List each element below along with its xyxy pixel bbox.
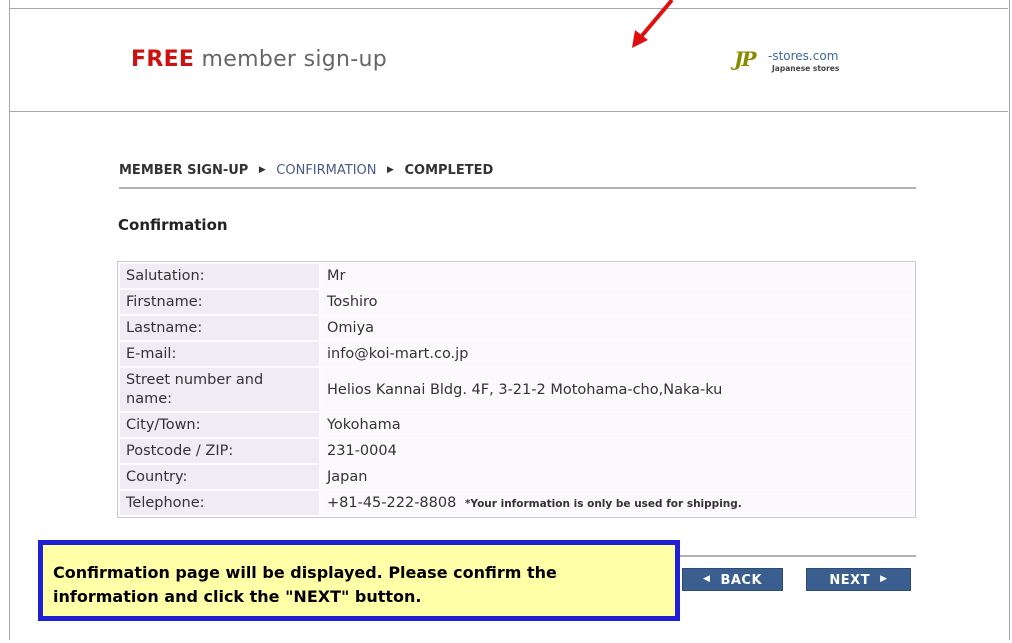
- page-header: FREE member sign-up JP -stores.com Japan…: [10, 8, 1008, 112]
- row-label-street: Street number and name:: [120, 368, 319, 411]
- logo-subtitle: Japanese stores: [772, 64, 840, 73]
- confirmation-table: Salutation: Mr Firstname: Toshiro Lastna…: [117, 261, 916, 518]
- row-value-telephone: +81-45-222-8808: [327, 495, 457, 511]
- title-free: FREE: [131, 47, 195, 72]
- row-value-country: Japan: [321, 465, 913, 489]
- logo-mark: JP: [734, 47, 756, 71]
- logo-domain: -stores.com: [768, 49, 839, 63]
- title-rest: member sign-up: [201, 47, 387, 72]
- breadcrumb-step-completed: COMPLETED: [404, 163, 494, 178]
- row-value-telephone-cell: +81-45-222-8808 *Your information is onl…: [321, 491, 913, 515]
- divider: [674, 555, 916, 557]
- back-button[interactable]: ◀ BACK: [682, 568, 783, 591]
- breadcrumb-step-signup: MEMBER SIGN-UP: [119, 163, 249, 178]
- table-row: Lastname: Omiya: [120, 316, 913, 340]
- row-label-city: City/Town:: [120, 413, 319, 437]
- section-title: Confirmation: [118, 216, 228, 234]
- row-label-postcode: Postcode / ZIP:: [120, 439, 319, 463]
- instruction-callout: Confirmation page will be displayed. Ple…: [38, 540, 680, 621]
- row-label-salutation: Salutation:: [120, 264, 319, 288]
- row-label-country: Country:: [120, 465, 319, 489]
- table-row: Firstname: Toshiro: [120, 290, 913, 314]
- annotation-arrow-icon: [632, 0, 674, 48]
- row-value-email: info@koi-mart.co.jp: [321, 342, 913, 366]
- site-logo[interactable]: JP -stores.com Japanese stores: [734, 47, 864, 77]
- triangle-right-icon: ▶: [880, 574, 888, 584]
- shipping-note: *Your information is only be used for sh…: [464, 498, 742, 510]
- row-label-email: E-mail:: [120, 342, 319, 366]
- table-row: Postcode / ZIP: 231-0004: [120, 439, 913, 463]
- breadcrumb-step-confirmation: CONFIRMATION: [276, 163, 377, 178]
- row-value-city: Yokohama: [321, 413, 913, 437]
- table-row: Telephone: +81-45-222-8808 *Your informa…: [120, 491, 913, 515]
- next-button-label: NEXT: [829, 573, 871, 588]
- breadcrumb: MEMBER SIGN-UP ▶ CONFIRMATION ▶ COMPLETE…: [119, 163, 916, 189]
- breadcrumb-separator-icon: ▶: [258, 165, 266, 175]
- row-label-lastname: Lastname:: [120, 316, 319, 340]
- triangle-left-icon: ◀: [702, 574, 711, 584]
- row-value-postcode: 231-0004: [321, 439, 913, 463]
- table-row: Country: Japan: [120, 465, 913, 489]
- row-label-telephone: Telephone:: [120, 491, 319, 515]
- table-row: Salutation: Mr: [120, 264, 913, 288]
- breadcrumb-separator-icon: ▶: [387, 165, 394, 175]
- table-row: Street number and name: Helios Kannai Bl…: [120, 368, 913, 411]
- next-button[interactable]: NEXT ▶: [806, 568, 911, 591]
- table-row: E-mail: info@koi-mart.co.jp: [120, 342, 913, 366]
- back-button-label: BACK: [720, 573, 763, 588]
- row-value-firstname: Toshiro: [321, 290, 913, 314]
- row-label-firstname: Firstname:: [120, 290, 319, 314]
- row-value-street: Helios Kannai Bldg. 4F, 3-21-2 Motohama-…: [321, 368, 913, 411]
- row-value-lastname: Omiya: [321, 316, 913, 340]
- page-title: FREE member sign-up: [131, 47, 387, 72]
- table-row: City/Town: Yokohama: [120, 413, 913, 437]
- row-value-salutation: Mr: [321, 264, 913, 288]
